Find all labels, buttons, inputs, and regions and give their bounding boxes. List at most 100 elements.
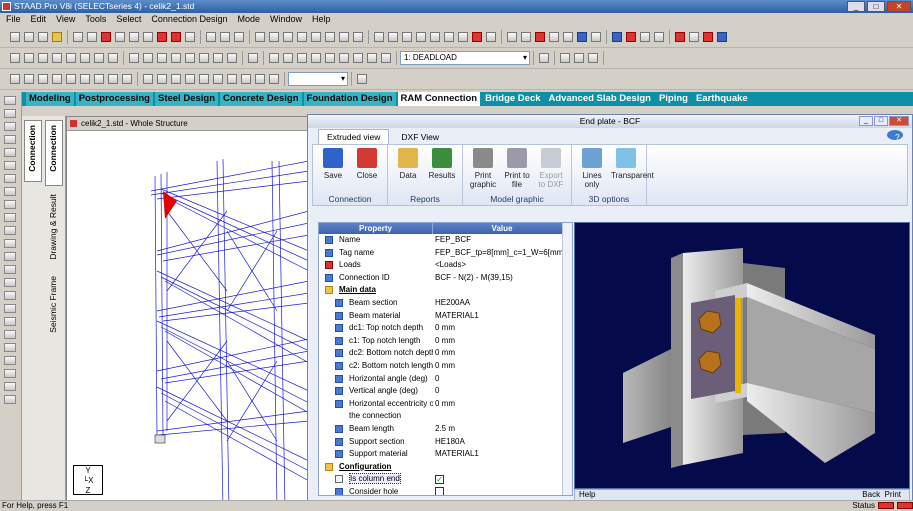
toolbar-icon[interactable] xyxy=(80,52,90,63)
left-tool-icon[interactable] xyxy=(4,213,16,222)
toolbar-icon[interactable] xyxy=(94,73,104,84)
property-row[interactable]: Support material MATERIAL1 xyxy=(319,448,572,461)
property-value-cell[interactable] xyxy=(433,461,572,474)
property-value-cell[interactable]: MATERIAL1 xyxy=(433,448,572,461)
toolbar-icon[interactable] xyxy=(24,52,34,63)
property-value-cell[interactable]: 2.5 m xyxy=(433,423,572,436)
property-value-cell[interactable]: 0 mm xyxy=(433,347,572,360)
property-row[interactable]: Configuration xyxy=(319,461,572,474)
side-tab-connection-left[interactable]: Connection xyxy=(24,120,42,182)
toolbar-icon[interactable] xyxy=(612,31,622,42)
left-tool-icon[interactable] xyxy=(4,148,16,157)
property-row[interactable]: dc1: Top notch depth 0 mm xyxy=(319,322,572,335)
side-tab-drawing[interactable]: Drawing & Result xyxy=(48,194,58,260)
toolbar-icon[interactable] xyxy=(458,31,468,42)
toolbar-icon[interactable] xyxy=(535,31,545,42)
left-tool-icon[interactable] xyxy=(4,161,16,170)
toolbar-icon[interactable] xyxy=(353,52,363,63)
tab-piping[interactable]: Piping xyxy=(655,92,691,106)
toolbar-icon[interactable] xyxy=(227,73,237,84)
endplate-close-button[interactable]: ✕ xyxy=(889,116,909,126)
property-value-cell[interactable] xyxy=(433,284,572,297)
tab-concrete-design[interactable]: Concrete Design xyxy=(220,92,302,106)
toolbar-icon[interactable] xyxy=(108,73,118,84)
toolbar-icon[interactable] xyxy=(10,52,20,63)
toolbar-icon[interactable] xyxy=(654,31,664,42)
toolbar-icon[interactable] xyxy=(703,31,713,42)
tab-ram-connection[interactable]: RAM Connection xyxy=(397,92,481,106)
toolbar-icon[interactable] xyxy=(588,52,598,63)
toolbar-icon[interactable] xyxy=(24,31,34,42)
property-value-cell[interactable]: 0 mm xyxy=(433,398,572,411)
toolbar-icon[interactable] xyxy=(374,31,384,42)
toolbar-icon[interactable] xyxy=(402,31,412,42)
property-row[interactable]: Name FEP_BCF xyxy=(319,234,572,247)
property-row[interactable]: dc2: Bottom notch depth 0 mm xyxy=(319,347,572,360)
property-row[interactable]: Tag name FEP_BCF_tp=8[mm]_c=1_W=6[mm] xyxy=(319,247,572,260)
tab-advanced-slab-design[interactable]: Advanced Slab Design xyxy=(545,92,654,106)
property-grid[interactable]: Property Value Name FEP_BCF Tag name FEP_BC… xyxy=(318,222,573,496)
toolbar-icon[interactable] xyxy=(311,31,321,42)
toolbar-icon[interactable] xyxy=(129,31,139,42)
toolbar-icon[interactable] xyxy=(444,31,454,42)
toolbar-icon[interactable] xyxy=(24,73,34,84)
toolbar-icon[interactable] xyxy=(115,31,125,42)
toolbar-icon[interactable] xyxy=(143,52,153,63)
property-checkbox[interactable] xyxy=(435,487,444,495)
toolbar-icon[interactable] xyxy=(367,52,377,63)
toolbar-icon[interactable] xyxy=(66,73,76,84)
tab-foundation-design[interactable]: Foundation Design xyxy=(303,92,396,106)
menu-view[interactable]: View xyxy=(56,13,75,26)
property-value-cell[interactable]: HE180A xyxy=(433,436,572,449)
tab-bridge-deck[interactable]: Bridge Deck xyxy=(482,92,544,106)
left-tool-icon[interactable] xyxy=(4,395,16,404)
toolbar-icon[interactable] xyxy=(157,73,167,84)
property-value-cell[interactable]: FEP_BCF_tp=8[mm]_c=1_W=6[mm] xyxy=(433,247,572,260)
property-value-cell[interactable]: <Loads> xyxy=(433,259,572,272)
property-checkbox[interactable]: ✓ xyxy=(435,474,444,484)
toolbar-icon[interactable] xyxy=(171,73,181,84)
toolbar-icon[interactable] xyxy=(626,31,636,42)
toolbar-icon[interactable] xyxy=(213,52,223,63)
maximize-button[interactable]: □ xyxy=(867,1,885,12)
model-3d-viewer[interactable] xyxy=(574,222,910,489)
toolbar-icon[interactable] xyxy=(94,52,104,63)
toolbar-icon[interactable] xyxy=(171,52,181,63)
menu-connection-design[interactable]: Connection Design xyxy=(151,13,227,26)
toolbar-icon[interactable] xyxy=(234,31,244,42)
help-icon[interactable]: ? xyxy=(887,130,903,142)
menu-file[interactable]: File xyxy=(6,13,21,26)
property-value-cell[interactable]: BCF - N(2) - M(39,15) xyxy=(433,272,572,285)
left-tool-icon[interactable] xyxy=(4,304,16,313)
toolbar-icon[interactable] xyxy=(577,31,587,42)
toolbar-icon[interactable] xyxy=(325,52,335,63)
toolbar-icon[interactable] xyxy=(507,31,517,42)
property-value-cell[interactable]: 0 mm xyxy=(433,322,572,335)
toolbar-icon[interactable] xyxy=(143,73,153,84)
toolbar-icon[interactable] xyxy=(10,31,20,42)
toolbar-icon[interactable] xyxy=(185,31,195,42)
toolbar-icon[interactable] xyxy=(269,52,279,63)
property-value-cell[interactable]: MATERIAL1 xyxy=(433,310,572,323)
toolbar-icon[interactable] xyxy=(269,73,279,84)
toolbar-icon[interactable] xyxy=(357,73,367,84)
print-button[interactable]: Print xyxy=(885,490,901,499)
toolbar-icon[interactable] xyxy=(675,31,685,42)
toolbar-icon[interactable] xyxy=(227,52,237,63)
left-tool-icon[interactable] xyxy=(4,317,16,326)
property-row[interactable]: Beam length 2.5 m xyxy=(319,423,572,436)
left-tool-icon[interactable] xyxy=(4,239,16,248)
left-tool-icon[interactable] xyxy=(4,135,16,144)
toolbar-icon[interactable] xyxy=(38,31,48,42)
toolbar-icon[interactable] xyxy=(339,31,349,42)
toolbar-icon[interactable] xyxy=(430,31,440,42)
left-tool-icon[interactable] xyxy=(4,174,16,183)
toolbar-icon[interactable] xyxy=(255,31,265,42)
property-scrollbar[interactable] xyxy=(562,223,572,495)
toolbar-icon[interactable] xyxy=(549,31,559,42)
toolbar-icon[interactable] xyxy=(388,31,398,42)
toolbar-icon[interactable] xyxy=(157,52,167,63)
left-tool-icon[interactable] xyxy=(4,252,16,261)
toolbar-icon[interactable] xyxy=(129,52,139,63)
menu-mode[interactable]: Mode xyxy=(237,13,260,26)
